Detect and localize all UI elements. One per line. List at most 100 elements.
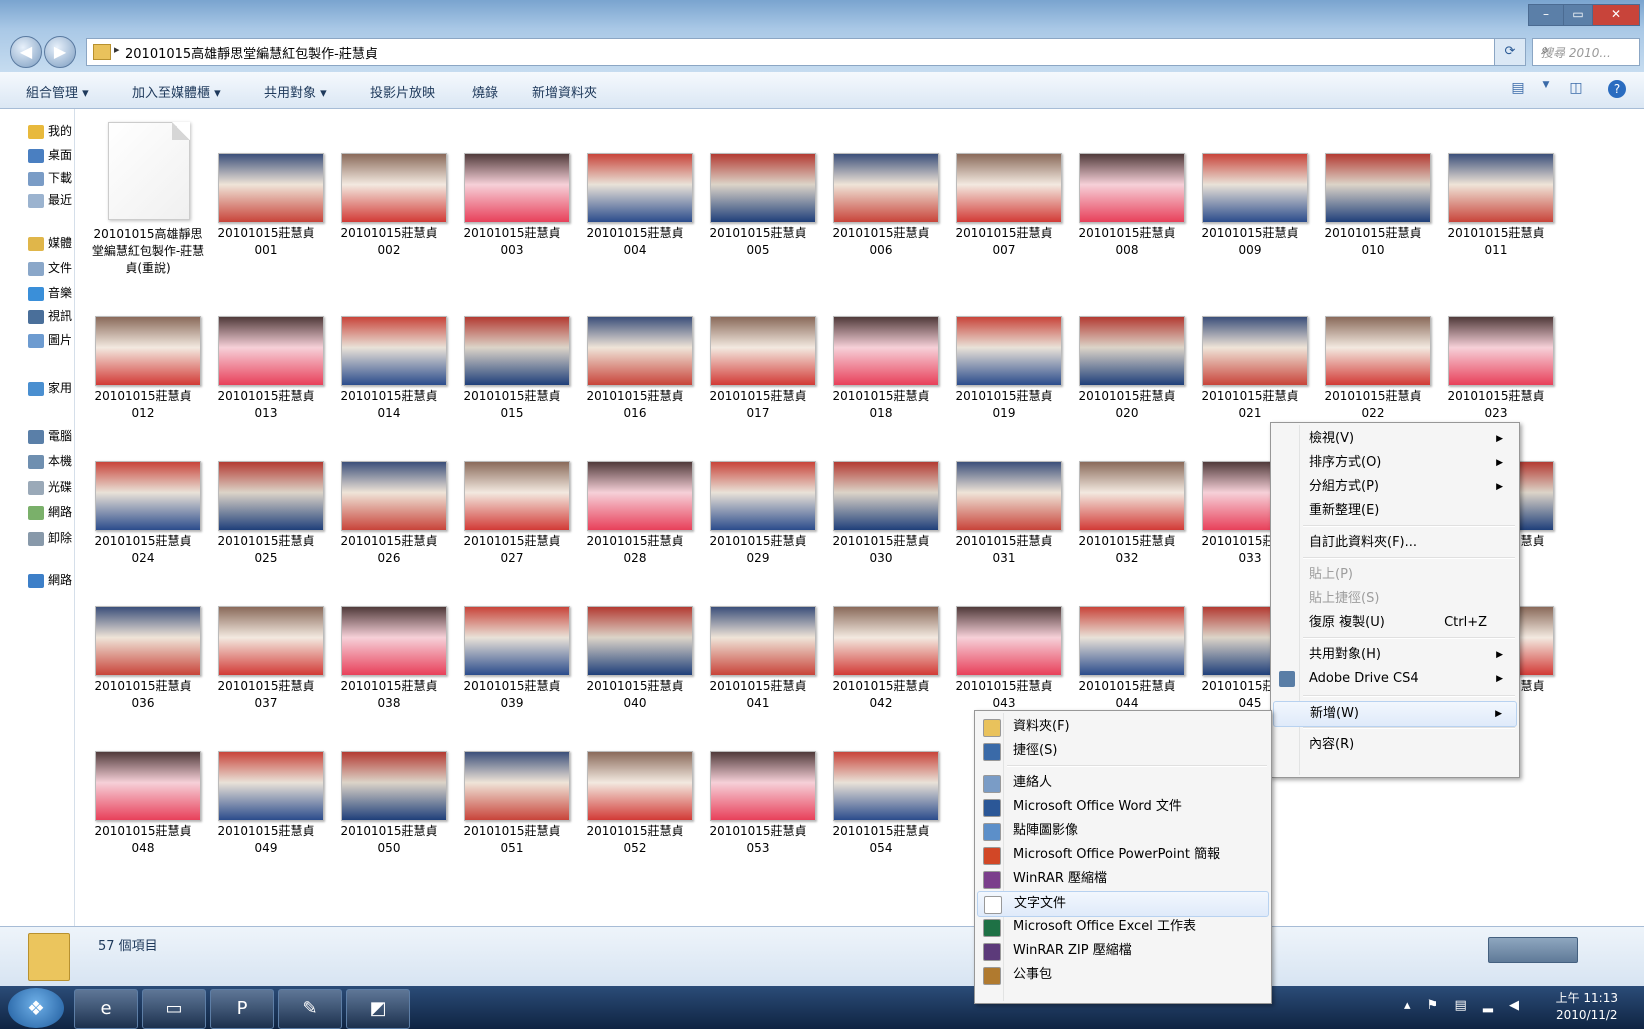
floating-toolbar[interactable] <box>1488 937 1578 963</box>
preview-pane-icon[interactable]: ◫ <box>1566 80 1586 98</box>
nav-item[interactable]: 家用 <box>28 379 72 397</box>
system-tray[interactable]: ▴ ⚑ ▤ ▂ ◀ <box>1404 998 1525 1013</box>
photo-thumbnail[interactable]: 20101015莊慧貞 038 <box>319 562 447 710</box>
share-button[interactable]: 共用對象 ▾ <box>264 82 327 101</box>
photo-thumbnail[interactable]: 20101015莊慧貞 027 <box>442 417 570 565</box>
nav-item[interactable]: 網路 <box>28 571 72 589</box>
photo-thumbnail[interactable]: 20101015莊慧貞 024 <box>73 417 201 565</box>
photo-thumbnail[interactable]: 20101015莊慧貞 021 <box>1180 272 1308 420</box>
nav-item[interactable]: 電腦 <box>28 427 72 445</box>
minimize-button[interactable]: – <box>1528 4 1564 26</box>
new-menu-item[interactable]: Microsoft Office Excel 工作表 <box>977 915 1269 939</box>
nav-item[interactable]: 下載 <box>28 169 72 187</box>
photo-thumbnail[interactable]: 20101015莊慧貞 037 <box>196 562 324 710</box>
photo-thumbnail[interactable]: 20101015莊慧貞 032 <box>1057 417 1185 565</box>
new-menu-item[interactable]: 資料夾(F) <box>977 715 1269 739</box>
photo-thumbnail[interactable]: 20101015莊慧貞 036 <box>73 562 201 710</box>
nav-item[interactable]: 本機 <box>28 452 72 470</box>
nav-item[interactable]: 文件 <box>28 259 72 277</box>
photo-thumbnail[interactable]: 20101015莊慧貞 042 <box>811 562 939 710</box>
photo-thumbnail[interactable]: 20101015莊慧貞 054 <box>811 707 939 855</box>
nav-item[interactable]: 卸除 <box>28 529 72 547</box>
new-menu-item[interactable]: 連絡人 <box>977 771 1269 795</box>
slideshow-button[interactable]: 投影片放映 <box>370 82 435 101</box>
context-menu-item[interactable]: 內容(R) <box>1273 733 1517 757</box>
view-dropdown-icon[interactable]: ▼ <box>1536 80 1556 98</box>
new-menu-item[interactable]: WinRAR 壓縮檔 <box>977 867 1269 891</box>
photo-thumbnail[interactable]: 20101015莊慧貞 044 <box>1057 562 1185 710</box>
new-menu-item[interactable]: WinRAR ZIP 壓縮檔 <box>977 939 1269 963</box>
photo-thumbnail[interactable]: 20101015莊慧貞 007 <box>934 109 1062 257</box>
photo-thumbnail[interactable]: 20101015莊慧貞 051 <box>442 707 570 855</box>
explorer-taskbar-icon[interactable]: ▭ <box>142 989 206 1029</box>
context-menu-item[interactable]: 共用對象(H) ▶ <box>1273 643 1517 667</box>
photo-thumbnail[interactable]: 20101015莊慧貞 039 <box>442 562 570 710</box>
context-menu-item[interactable]: 復原 複製(U) Ctrl+Z <box>1273 611 1517 635</box>
context-menu-item[interactable]: 分組方式(P) ▶ <box>1273 475 1517 499</box>
close-button[interactable]: ✕ <box>1592 4 1640 26</box>
paint-taskbar-icon[interactable]: ✎ <box>278 989 342 1029</box>
photo-thumbnail[interactable]: 20101015莊慧貞 018 <box>811 272 939 420</box>
maximize-button[interactable]: ▭ <box>1563 4 1593 26</box>
photo-thumbnail[interactable]: 20101015莊慧貞 031 <box>934 417 1062 565</box>
context-menu-item[interactable]: 自訂此資料夾(F)... <box>1273 531 1517 555</box>
photo-thumbnail[interactable]: 20101015莊慧貞 020 <box>1057 272 1185 420</box>
photo-thumbnail[interactable]: 20101015莊慧貞 028 <box>565 417 693 565</box>
context-menu-item[interactable]: Adobe Drive CS4 ▶ <box>1273 667 1517 691</box>
clock[interactable]: 上午 11:13 2010/11/2 <box>1556 990 1618 1024</box>
photo-thumbnail[interactable]: 20101015莊慧貞 029 <box>688 417 816 565</box>
photo-thumbnail[interactable]: 20101015莊慧貞 013 <box>196 272 324 420</box>
new-menu-item[interactable]: 公事包 <box>977 963 1269 987</box>
context-menu-item[interactable]: 貼上捷徑(S) <box>1273 587 1517 611</box>
photo-thumbnail[interactable]: 20101015莊慧貞 005 <box>688 109 816 257</box>
view-options-icon[interactable]: ▤ <box>1508 80 1528 98</box>
help-icon[interactable]: ? <box>1608 80 1626 98</box>
refresh-button[interactable]: ⟳ <box>1494 38 1526 66</box>
photo-thumbnail[interactable]: 20101015莊慧貞 012 <box>73 272 201 420</box>
nav-item[interactable]: 媒體 <box>28 234 72 252</box>
start-button[interactable]: ❖ <box>8 988 64 1028</box>
photo-thumbnail[interactable]: 20101015莊慧貞 043 <box>934 562 1062 710</box>
new-menu-item[interactable]: Microsoft Office PowerPoint 簡報 <box>977 843 1269 867</box>
photo-thumbnail[interactable]: 20101015莊慧貞 001 <box>196 109 324 257</box>
photo-thumbnail[interactable]: 20101015莊慧貞 040 <box>565 562 693 710</box>
context-menu-item[interactable]: 新增(W) ▶ <box>1273 701 1517 727</box>
nav-item[interactable]: 最近 <box>28 191 72 209</box>
address-bar[interactable]: ▸ 20101015高雄靜思堂編慧紅包製作-莊慧貞 <box>86 38 1508 66</box>
photo-thumbnail[interactable]: 20101015莊慧貞 003 <box>442 109 570 257</box>
new-menu-item[interactable]: Microsoft Office Word 文件 <box>977 795 1269 819</box>
nav-item[interactable]: 圖片 <box>28 331 72 349</box>
photo-thumbnail[interactable]: 20101015莊慧貞 030 <box>811 417 939 565</box>
photo-thumbnail[interactable]: 20101015莊慧貞 008 <box>1057 109 1185 257</box>
photo-thumbnail[interactable]: 20101015莊慧貞 019 <box>934 272 1062 420</box>
nav-item[interactable]: 視訊 <box>28 307 72 325</box>
photo-thumbnail[interactable]: 20101015莊慧貞 015 <box>442 272 570 420</box>
new-menu-item[interactable]: 捷徑(S) <box>977 739 1269 763</box>
new-menu-item[interactable]: 點陣圖影像 <box>977 819 1269 843</box>
document-file-icon[interactable] <box>108 122 190 220</box>
context-menu-item[interactable]: 貼上(P) <box>1273 563 1517 587</box>
photo-thumbnail[interactable]: 20101015莊慧貞 002 <box>319 109 447 257</box>
photo-thumbnail[interactable]: 20101015莊慧貞 049 <box>196 707 324 855</box>
photo-thumbnail[interactable]: 20101015莊慧貞 010 <box>1303 109 1431 257</box>
back-button[interactable]: ◀ <box>10 36 42 68</box>
photo-thumbnail[interactable]: 20101015莊慧貞 017 <box>688 272 816 420</box>
nav-item[interactable]: 網路 <box>28 503 72 521</box>
photo-thumbnail[interactable]: 20101015莊慧貞 009 <box>1180 109 1308 257</box>
photo-thumbnail[interactable]: 20101015莊慧貞 004 <box>565 109 693 257</box>
app-taskbar-icon[interactable]: ◩ <box>346 989 410 1029</box>
photo-thumbnail[interactable]: 20101015莊慧貞 011 <box>1426 109 1554 257</box>
photo-thumbnail[interactable]: 20101015莊慧貞 041 <box>688 562 816 710</box>
context-menu-item[interactable]: 排序方式(O) ▶ <box>1273 451 1517 475</box>
photo-thumbnail[interactable]: 20101015莊慧貞 026 <box>319 417 447 565</box>
powerpoint-taskbar-icon[interactable]: P <box>210 989 274 1029</box>
context-menu-item[interactable]: 檢視(V) ▶ <box>1273 427 1517 451</box>
nav-item[interactable]: 我的 <box>28 122 72 140</box>
search-input[interactable]: 搜尋 2010... ⌕ <box>1532 38 1640 66</box>
new-menu-item[interactable]: 文字文件 <box>977 891 1269 917</box>
nav-item[interactable]: 光碟 <box>28 478 72 496</box>
photo-thumbnail[interactable]: 20101015莊慧貞 023 <box>1426 272 1554 420</box>
photo-thumbnail[interactable]: 20101015莊慧貞 050 <box>319 707 447 855</box>
nav-item[interactable]: 音樂 <box>28 284 72 302</box>
ie-taskbar-icon[interactable]: e <box>74 989 138 1029</box>
